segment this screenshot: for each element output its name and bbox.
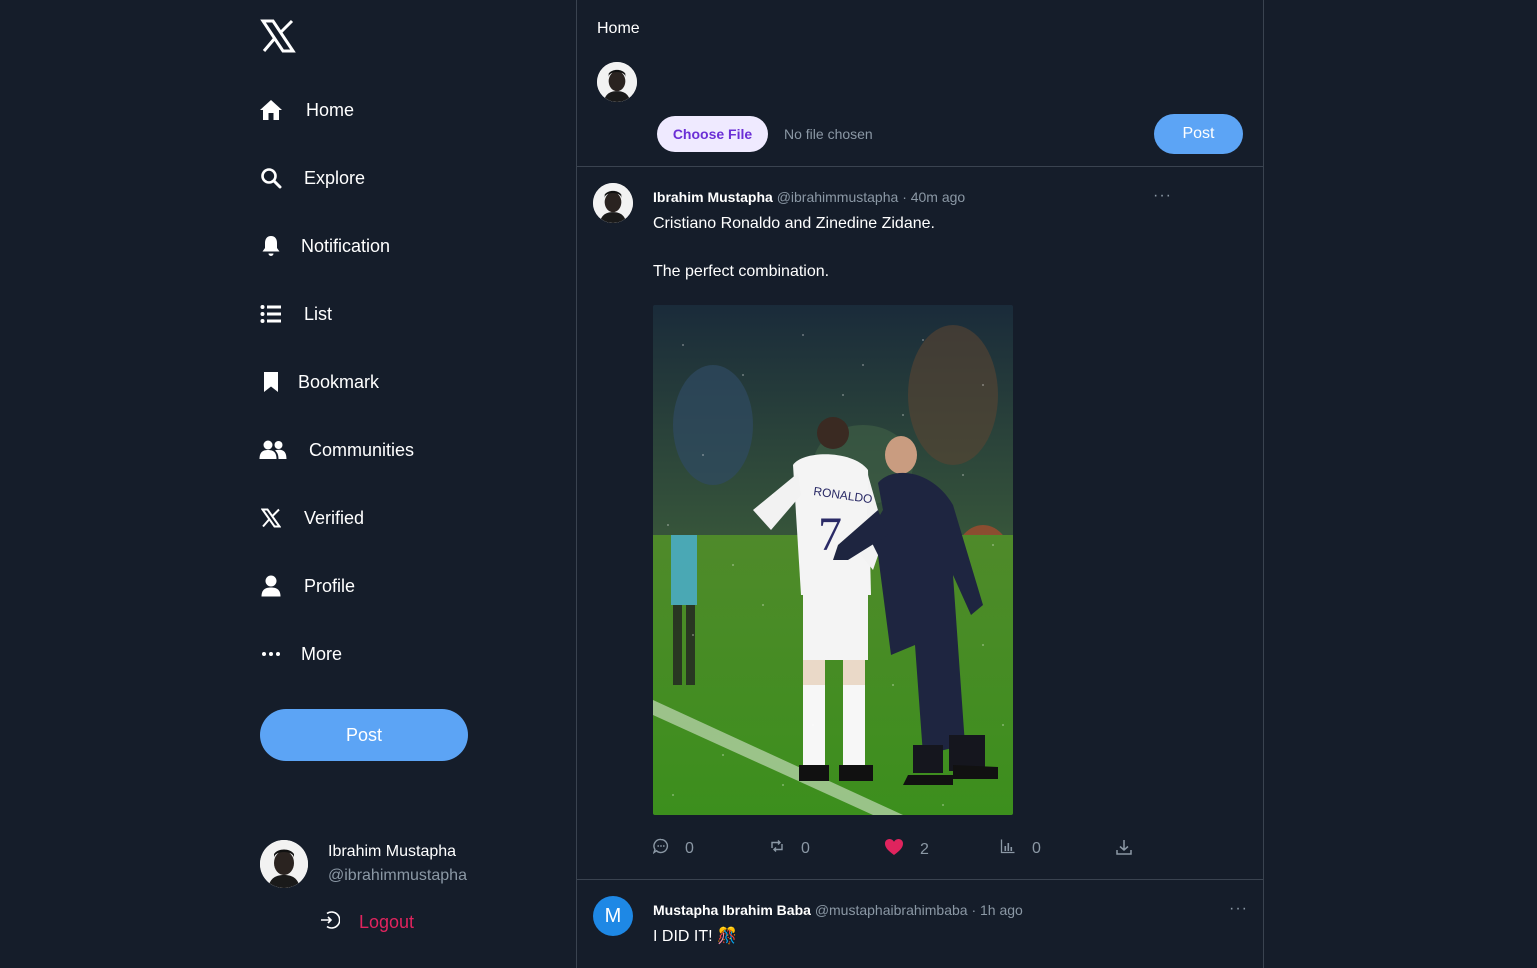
home-icon	[258, 97, 284, 123]
account-handle: @ibrahimmustapha	[328, 867, 467, 884]
comment-icon	[652, 838, 669, 859]
sidebar-item-explore[interactable]: Explore	[258, 156, 365, 200]
user-icon	[258, 573, 284, 599]
list-icon	[258, 301, 284, 327]
sidebar-item-label: Communities	[309, 439, 415, 460]
divider	[577, 166, 1263, 167]
account-switcher[interactable]: Ibrahim Mustapha @ibrahimmustapha	[260, 840, 467, 888]
repost-count: 0	[801, 839, 810, 857]
tweet-timestamp: · 1h ago	[971, 902, 1023, 918]
logout-icon	[320, 910, 341, 935]
tweet-author-name[interactable]: Mustapha Ibrahim Baba	[653, 902, 811, 918]
tweet-author-handle: @mustaphaibrahimbaba	[814, 902, 968, 918]
users-icon	[258, 437, 288, 463]
bookmark-icon	[258, 369, 284, 395]
tweet-timestamp: · 40m ago	[902, 189, 966, 205]
sidebar-item-label: More	[301, 643, 343, 664]
file-status: No file chosen	[784, 126, 873, 142]
sidebar-item-verified[interactable]: Verified	[258, 496, 364, 540]
tweet-text-line: The perfect combination.	[653, 263, 830, 280]
x-icon	[258, 505, 284, 531]
sidebar-item-label: Notification	[301, 235, 391, 256]
page-title: Home	[597, 20, 640, 37]
tweet-avatar[interactable]: M	[593, 896, 633, 936]
repost-icon	[769, 838, 785, 859]
comment-count: 0	[685, 839, 694, 857]
sidebar-post-button[interactable]: Post	[260, 709, 468, 761]
sidebar-item-communities[interactable]: Communities	[258, 428, 414, 472]
sidebar-item-label: Verified	[304, 507, 365, 528]
compose-avatar	[597, 62, 637, 102]
sidebar-item-bookmark[interactable]: Bookmark	[258, 360, 379, 404]
tweet-text-line: I DID IT! 🎊	[653, 928, 737, 945]
choose-file-button[interactable]: Choose File	[657, 116, 768, 152]
chart-bar-icon	[1000, 838, 1016, 859]
tweet-image[interactable]: RONALDO 7	[653, 305, 1013, 815]
sidebar-item-label: Bookmark	[298, 371, 380, 392]
tweet-header: Mustapha Ibrahim Baba @mustaphaibrahimba…	[653, 902, 1023, 918]
search-icon	[258, 165, 284, 191]
views-button[interactable]: 0	[1000, 838, 1041, 859]
sidebar-item-home[interactable]: Home	[258, 88, 354, 132]
sidebar-item-label: List	[304, 303, 333, 324]
tweet-author-handle: @ibrahimmustapha	[776, 189, 899, 205]
share-button[interactable]	[1115, 838, 1133, 861]
tweet-avatar[interactable]	[593, 183, 633, 223]
views-count: 0	[1032, 839, 1041, 857]
download-icon	[1115, 838, 1133, 861]
like-button[interactable]: 2	[884, 838, 929, 861]
sidebar-item-label: Profile	[304, 575, 356, 596]
divider	[577, 879, 1263, 880]
tweet-more-button[interactable]: ···	[1153, 187, 1172, 205]
bell-icon	[258, 233, 284, 259]
tweet-actions: 0 0 2 0	[652, 838, 1133, 862]
main-feed: Home Choose File No file chosen Post Ibr…	[576, 0, 1264, 968]
sidebar-item-more[interactable]: More	[258, 632, 342, 676]
more-dots-icon	[258, 641, 284, 667]
sidebar-item-label: Home	[306, 99, 355, 120]
heart-filled-icon	[884, 838, 904, 861]
x-logo-icon[interactable]	[260, 18, 296, 54]
sidebar-item-profile[interactable]: Profile	[258, 564, 355, 608]
sidebar: Home Explore Notification List Bookmark	[0, 0, 576, 968]
comment-button[interactable]: 0	[652, 838, 694, 859]
sidebar-item-notification[interactable]: Notification	[258, 224, 390, 268]
repost-button[interactable]: 0	[769, 838, 810, 859]
avatar	[260, 840, 308, 888]
account-name: Ibrahim Mustapha	[328, 843, 457, 860]
tweet-author-name[interactable]: Ibrahim Mustapha	[653, 189, 773, 205]
tweet-text-line: Cristiano Ronaldo and Zinedine Zidane.	[653, 215, 935, 232]
logout-button[interactable]: Logout	[320, 910, 414, 935]
tweet-more-button[interactable]: ···	[1229, 900, 1248, 918]
account-info: Ibrahim Mustapha @ibrahimmustapha	[328, 840, 467, 888]
compose-post-button[interactable]: Post	[1154, 114, 1243, 154]
tweet-header: Ibrahim Mustapha @ibrahimmustapha · 40m …	[653, 189, 965, 205]
sidebar-item-label: Explore	[304, 167, 366, 188]
logout-label: Logout	[359, 912, 415, 932]
like-count: 2	[920, 840, 929, 858]
sidebar-item-list[interactable]: List	[258, 292, 332, 336]
app-page: Home Explore Notification List Bookmark	[0, 0, 1537, 968]
